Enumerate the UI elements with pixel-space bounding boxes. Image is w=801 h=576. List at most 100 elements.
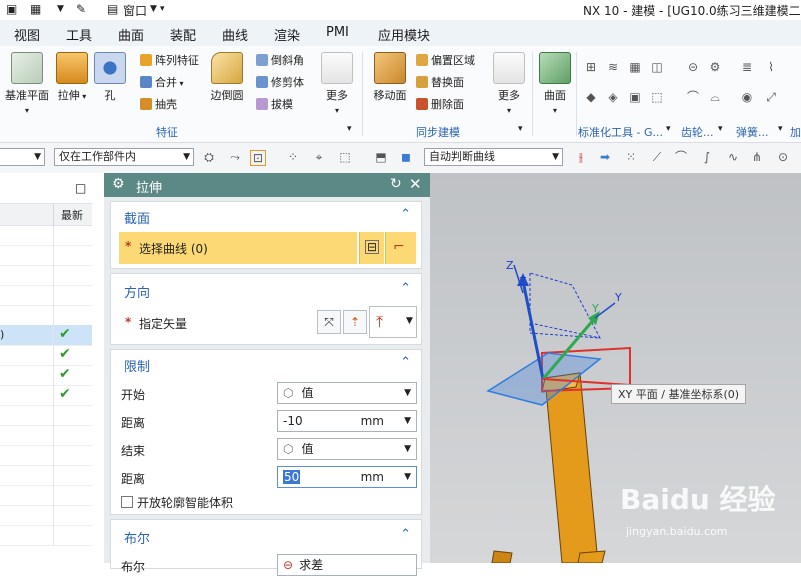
table-row[interactable] <box>0 285 92 306</box>
maximize-icon[interactable]: □ <box>75 181 86 195</box>
follow-fillet-icon[interactable]: ➡ <box>598 150 612 164</box>
table-row[interactable] <box>0 425 92 446</box>
table-row[interactable] <box>0 485 92 506</box>
table-row[interactable] <box>0 405 92 426</box>
pattern-feature-button[interactable]: 阵列特征 <box>140 52 199 68</box>
standard-tool-icon[interactable]: ◫ <box>650 60 664 74</box>
chevron-up-icon[interactable]: ⌃ <box>400 207 411 222</box>
type-filter-dropdown[interactable]: ▼ <box>0 148 45 166</box>
tab-assembly[interactable]: 装配 <box>170 25 196 44</box>
end-distance-input[interactable]: 50 mm ▼ <box>277 466 417 488</box>
standard-tool-icon[interactable]: ⬚ <box>650 90 664 104</box>
chain-within-feature-icon[interactable]: ⁙ <box>624 150 638 164</box>
spline-icon[interactable]: ∿ <box>726 150 740 164</box>
extrude-button[interactable]: 拉伸 ▾ <box>54 52 90 103</box>
selection-scope-dropdown[interactable]: 仅在工作部件内 ▼ <box>54 148 194 166</box>
delete-face-button[interactable]: 删除面 <box>416 96 464 112</box>
chevron-up-icon[interactable]: ⌃ <box>400 281 411 296</box>
tab-application[interactable]: 应用模块 <box>378 25 430 44</box>
center-point-icon[interactable]: ⊙ <box>776 150 790 164</box>
standard-tool-icon[interactable]: ▦ <box>628 60 642 74</box>
graphics-viewport[interactable]: Z Z Y Y XY 平面 / 基准坐标系(0) Baidu 经验 jingya… <box>430 173 801 563</box>
tab-surface[interactable]: 曲面 <box>118 25 144 44</box>
tab-tools[interactable]: 工具 <box>66 25 92 44</box>
chevron-down-icon[interactable]: ▼ <box>57 4 64 14</box>
standard-tool-icon[interactable]: ▣ <box>628 90 642 104</box>
section-title[interactable]: 截面 <box>124 208 150 227</box>
standard-tool-icon[interactable]: ◆ <box>584 90 598 104</box>
datum-plane-button[interactable]: 基准平面 ▾ <box>4 52 50 116</box>
open-profile-checkbox[interactable] <box>121 496 133 508</box>
replace-face-button[interactable]: 替换面 <box>416 74 464 90</box>
edge-blend-button[interactable]: 边倒圆 <box>208 52 246 103</box>
save-icon[interactable]: ▣ <box>6 2 17 16</box>
table-row[interactable] <box>0 505 92 526</box>
tab-curve[interactable]: 曲线 <box>222 25 248 44</box>
standard-tool-icon[interactable]: ≋ <box>606 60 620 74</box>
table-row[interactable] <box>0 445 92 466</box>
point-snap-icon[interactable]: ⁘ <box>286 150 300 164</box>
table-row[interactable] <box>0 225 92 246</box>
start-dropdown[interactable]: ⬡ 值 ▼ <box>277 382 417 404</box>
standard-tool-icon[interactable]: ⊞ <box>584 60 598 74</box>
select-solid-icon[interactable]: ◼ <box>399 150 413 164</box>
table-row[interactable] <box>0 265 92 286</box>
sketch-section-button[interactable]: ⊟ <box>359 232 384 264</box>
reverse-direction-icon[interactable]: ⤧ <box>317 310 341 334</box>
filter-icon[interactable]: ⛭ <box>202 150 216 164</box>
select-curve-row[interactable]: * 选择曲线 (0) <box>119 232 357 264</box>
brush-icon[interactable]: ✎ <box>76 2 86 16</box>
window-menu[interactable]: 窗口 <box>123 2 147 19</box>
draft-button[interactable]: 拔模 <box>256 96 293 112</box>
table-row[interactable]: ✔ <box>0 365 92 386</box>
curve-icon[interactable]: ∫ <box>700 150 714 164</box>
vector-dialog-icon[interactable]: ⇡ <box>343 310 367 334</box>
chevron-down-icon[interactable]: ▾ <box>347 124 352 134</box>
reset-icon[interactable]: ↻ <box>390 176 402 192</box>
chevron-up-icon[interactable]: ⌃ <box>400 527 411 542</box>
standard-tool-icon[interactable]: ◈ <box>606 90 620 104</box>
chevron-down-icon[interactable]: ▾ <box>518 124 523 134</box>
tab-render[interactable]: 渲染 <box>274 25 300 44</box>
move-face-button[interactable]: 移动面 <box>370 52 410 103</box>
customize-icon[interactable]: ▾ <box>160 4 165 14</box>
start-distance-input[interactable]: -10 mm ▼ <box>277 410 417 432</box>
chevron-up-icon[interactable]: ⌃ <box>400 355 411 370</box>
curve-button[interactable]: ⌐ <box>385 232 416 264</box>
gear-tool-icon[interactable]: ⌓ <box>708 90 722 104</box>
table-row[interactable] <box>0 245 92 266</box>
tab-view[interactable]: 视图 <box>14 25 40 44</box>
gear-icon[interactable]: ⚙ <box>112 176 125 192</box>
table-row-selected[interactable]: ) ✔ <box>0 325 92 346</box>
close-icon[interactable]: ✕ <box>409 175 422 193</box>
end-dropdown[interactable]: ⬡ 值 ▼ <box>277 438 417 460</box>
gear-tool-icon[interactable]: ⊝ <box>686 60 700 74</box>
chevron-down-icon[interactable]: ▾ <box>718 124 723 134</box>
boolean-title[interactable]: 布尔 <box>124 528 150 547</box>
direction-title[interactable]: 方向 <box>124 282 150 301</box>
table-row[interactable] <box>0 305 92 326</box>
table-row[interactable] <box>0 525 92 546</box>
chevron-down-icon[interactable]: ▾ <box>666 124 671 134</box>
arc-icon[interactable]: ⌒ <box>674 150 688 164</box>
tab-pmi[interactable]: PMI <box>326 25 349 40</box>
table-row[interactable]: ✔ <box>0 385 92 406</box>
spring-tool-icon[interactable]: ⤢ <box>764 90 778 104</box>
select-feature-icon[interactable]: ⊡ <box>250 150 266 166</box>
more-features-button[interactable]: 更多 ▾ <box>320 52 354 116</box>
spring-tool-icon[interactable]: ⌇ <box>764 60 778 74</box>
trim-body-button[interactable]: 修剪体 <box>256 74 304 90</box>
more-sync-button[interactable]: 更多 ▾ <box>492 52 526 116</box>
limits-title[interactable]: 限制 <box>124 356 150 375</box>
inferred-vector-dropdown[interactable]: ⤒ ▼ <box>369 306 417 338</box>
shell-button[interactable]: 抽壳 <box>140 96 177 112</box>
table-row[interactable]: ✔ <box>0 345 92 366</box>
stop-at-intersection-icon[interactable]: ⫲ <box>574 150 588 164</box>
snap-settings-icon[interactable]: ⌖ <box>312 150 326 164</box>
boolean-dropdown[interactable]: ⊖ 求差 <box>277 554 417 576</box>
hole-button[interactable]: 孔 <box>94 52 126 103</box>
quick-access-icon[interactable]: ▦ <box>30 2 41 16</box>
spring-tool-icon[interactable]: ≣ <box>740 60 754 74</box>
offset-region-button[interactable]: 偏置区域 <box>416 52 475 68</box>
gear-tool-icon[interactable]: ⌒ <box>686 90 700 104</box>
